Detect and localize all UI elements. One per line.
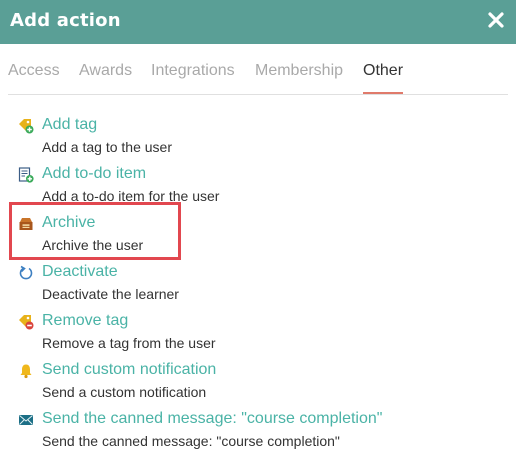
action-remove-tag[interactable]: Remove tag Remove a tag from the user xyxy=(18,310,498,354)
bell-icon xyxy=(20,364,32,379)
action-description: Deactivate the learner xyxy=(42,286,179,302)
action-label: Send custom notification xyxy=(42,361,217,378)
action-deactivate[interactable]: Deactivate Deactivate the learner xyxy=(18,261,498,305)
undo-arrow-icon xyxy=(19,265,33,280)
action-description: Remove a tag from the user xyxy=(42,335,216,351)
action-description: Send a custom notification xyxy=(42,384,207,400)
action-add-tag[interactable]: Add tag Add a tag to the user xyxy=(18,114,498,158)
tag-add-icon xyxy=(19,119,34,134)
action-label: Remove tag xyxy=(42,312,129,329)
action-send-custom-notification[interactable]: Send custom notification Send a custom n… xyxy=(18,359,498,403)
action-label: Deactivate xyxy=(42,263,118,280)
action-add-todo-item[interactable]: Add to-do item Add a to-do item for the … xyxy=(18,163,498,207)
add-action-dialog: Add action Access Awards Integrations Me… xyxy=(0,0,516,464)
dialog-title: Add action xyxy=(10,10,121,31)
action-description: Send the canned message: "course complet… xyxy=(42,433,340,449)
action-label: Add tag xyxy=(42,116,98,133)
tab-bar: Access Awards Integrations Membership Ot… xyxy=(8,58,508,95)
envelope-icon xyxy=(19,415,33,425)
todo-add-icon xyxy=(18,167,34,183)
tag-remove-icon xyxy=(19,315,34,330)
tab-other[interactable]: Other xyxy=(363,62,404,94)
close-icon[interactable] xyxy=(486,10,506,30)
action-label: Add to-do item xyxy=(42,165,147,182)
action-send-canned-message[interactable]: Send the canned message: "course complet… xyxy=(18,408,498,452)
archive-highlight-box xyxy=(9,202,181,260)
action-description: Add a tag to the user xyxy=(42,139,172,155)
tab-awards[interactable]: Awards xyxy=(79,62,132,92)
tab-membership[interactable]: Membership xyxy=(255,62,343,92)
tab-access[interactable]: Access xyxy=(8,62,60,92)
dialog-header: Add action xyxy=(0,0,516,44)
action-label: Send the canned message: "course complet… xyxy=(42,410,383,427)
tab-integrations[interactable]: Integrations xyxy=(151,62,235,92)
